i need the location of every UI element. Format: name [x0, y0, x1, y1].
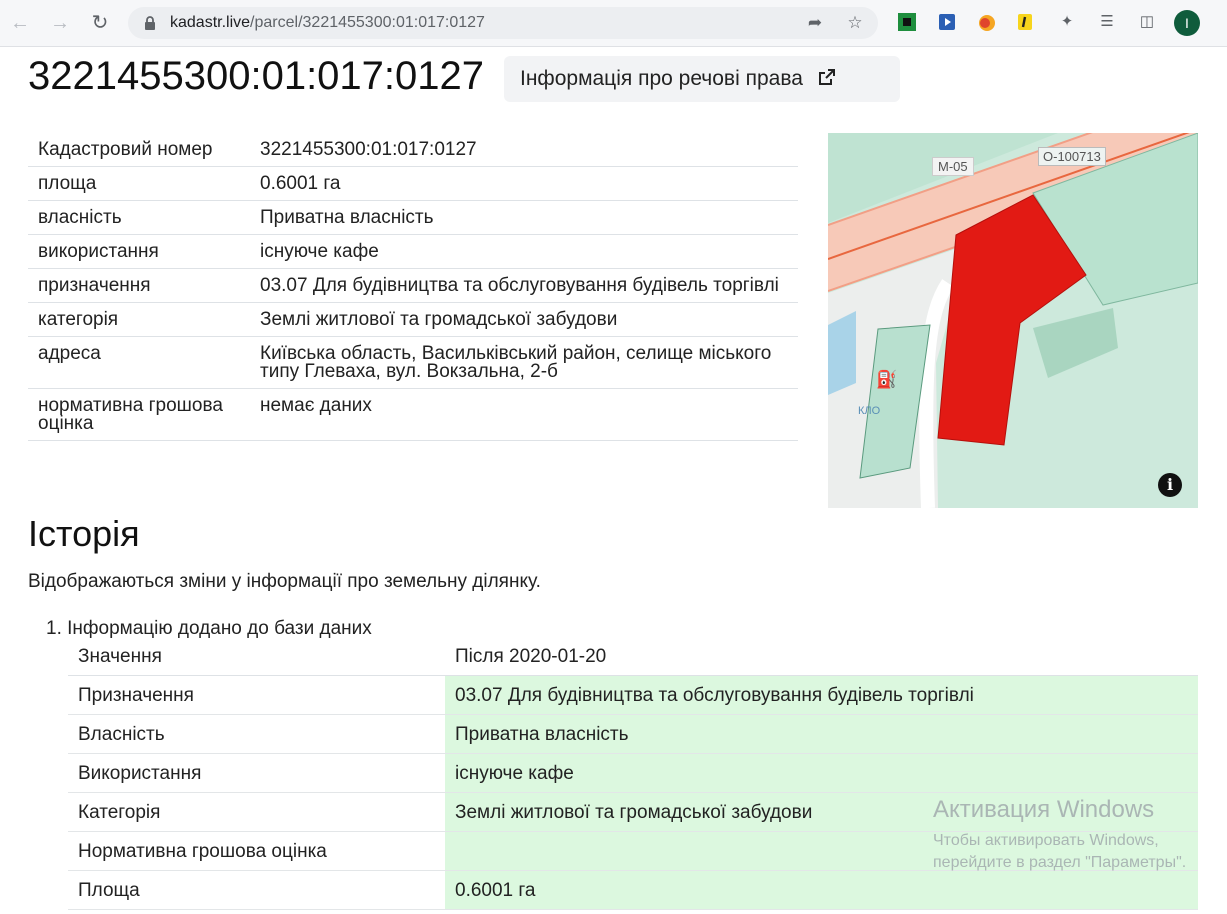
- info-row-ownership: власність Приватна власність: [28, 200, 798, 235]
- url-text: kadastr.live/parcel/3221455300:01:017:01…: [170, 14, 485, 31]
- history-row: Призначення 03.07 Для будівництва та обсл…: [68, 675, 1198, 715]
- info-row-category: категорія Землі житлової та громадської з…: [28, 302, 798, 337]
- history-row: Використання існуюче кафе: [68, 753, 1198, 793]
- parcel-map[interactable]: М-05 О-100713 КЛО ⛽ i: [828, 133, 1198, 508]
- info-value: Землі житлової та громадської забудови: [250, 302, 798, 337]
- info-row-valuation: нормативна грошова оцінка немає даних: [28, 388, 798, 441]
- info-label: нормативна грошова оцінка: [28, 388, 250, 441]
- watermark-line: Чтобы активировать Windows,: [933, 832, 1159, 849]
- history-value: 03.07 Для будівництва та обслуговування …: [445, 675, 1198, 715]
- road-label: М-05: [932, 157, 974, 176]
- puzzle-icon[interactable]: ✦: [1056, 11, 1078, 33]
- info-row-cadastral: Кадастровий номер 3221455300:01:017:0127: [28, 133, 798, 167]
- info-row-area: площа 0.6001 га: [28, 166, 798, 201]
- info-value: 3221455300:01:017:0127: [250, 133, 798, 167]
- history-entry-text: Інформацію додано до бази даних: [67, 618, 372, 639]
- history-label: Призначення: [68, 675, 445, 715]
- history-label: Нормативна грошова оцінка: [68, 831, 445, 871]
- info-label: адреса: [28, 336, 250, 389]
- watermark-title: Активация Windows: [933, 796, 1155, 823]
- map-canvas[interactable]: [828, 133, 1198, 508]
- browser-toolbar: ← → ↻ kadastr.live/parcel/3221455300:01:…: [0, 0, 1227, 47]
- external-link-icon: [818, 69, 835, 85]
- info-value: існуюче кафе: [250, 234, 798, 269]
- extension-yellow-icon[interactable]: [1014, 11, 1036, 33]
- history-value: 0.6001 га: [445, 870, 1198, 910]
- history-col-label: Значення: [68, 637, 445, 676]
- map-info-icon[interactable]: i: [1158, 473, 1182, 497]
- info-row-address: адреса Київська область, Васильківський р…: [28, 336, 798, 389]
- info-value: 03.07 Для будівництва та обслуговування …: [250, 268, 798, 303]
- share-icon[interactable]: ➦: [804, 12, 826, 34]
- info-label: Кадастровий номер: [28, 133, 250, 167]
- extension-play-icon[interactable]: [936, 11, 958, 33]
- info-label: призначення: [28, 268, 250, 303]
- info-row-purpose: призначення 03.07 Для будівництва та обсл…: [28, 268, 798, 303]
- media-queue-icon[interactable]: ☰: [1096, 11, 1118, 33]
- history-heading: Історія: [28, 513, 140, 554]
- info-value: Київська область, Васильківський район, …: [250, 336, 798, 389]
- bookmark-star-icon[interactable]: ☆: [844, 12, 866, 34]
- lock-icon: [145, 16, 155, 30]
- info-label: площа: [28, 166, 250, 201]
- history-value: існуюче кафе: [445, 753, 1198, 793]
- history-row: Площа 0.6001 га: [68, 870, 1198, 910]
- windows-activation-watermark: Активация Windows Чтобы активировать Win…: [933, 796, 1186, 874]
- history-header-row: Значення Після 2020-01-20: [68, 637, 1198, 676]
- property-rights-label: Інформація про речові права: [520, 67, 803, 90]
- info-value: немає даних: [250, 388, 798, 441]
- property-rights-button[interactable]: Інформація про речові права: [504, 56, 900, 102]
- history-label: Власність: [68, 714, 445, 754]
- extension-green-icon[interactable]: [896, 11, 918, 33]
- station-label: КЛО: [858, 405, 881, 417]
- history-label: Площа: [68, 870, 445, 910]
- fuel-station-icon: ⛽: [876, 370, 898, 389]
- history-label: Категорія: [68, 792, 445, 832]
- info-value: Приватна власність: [250, 200, 798, 235]
- history-description: Відображаються зміни у інформації про зе…: [28, 571, 541, 592]
- info-label: використання: [28, 234, 250, 269]
- forward-arrow-icon[interactable]: →: [48, 11, 72, 35]
- side-panel-icon[interactable]: ◫: [1136, 11, 1158, 33]
- reload-icon[interactable]: ↻: [88, 11, 112, 35]
- plot-label: О-100713: [1038, 147, 1106, 166]
- profile-avatar[interactable]: I: [1174, 10, 1200, 36]
- back-arrow-icon[interactable]: ←: [8, 11, 32, 35]
- history-col-after: Після 2020-01-20: [445, 637, 1198, 676]
- watermark-line: перейдите в раздел "Параметры".: [933, 854, 1187, 871]
- history-label: Використання: [68, 753, 445, 793]
- info-label: категорія: [28, 302, 250, 337]
- parcel-info-table: Кадастровий номер 3221455300:01:017:0127 …: [28, 133, 798, 441]
- page-title: 3221455300:01:017:0127: [28, 54, 485, 98]
- history-row: Власність Приватна власність: [68, 714, 1198, 754]
- info-row-usage: використання існуюче кафе: [28, 234, 798, 269]
- extension-fire-icon[interactable]: [976, 11, 998, 33]
- info-label: власність: [28, 200, 250, 235]
- history-value: Приватна власність: [445, 714, 1198, 754]
- address-bar[interactable]: kadastr.live/parcel/3221455300:01:017:01…: [128, 7, 878, 39]
- info-value: 0.6001 га: [250, 166, 798, 201]
